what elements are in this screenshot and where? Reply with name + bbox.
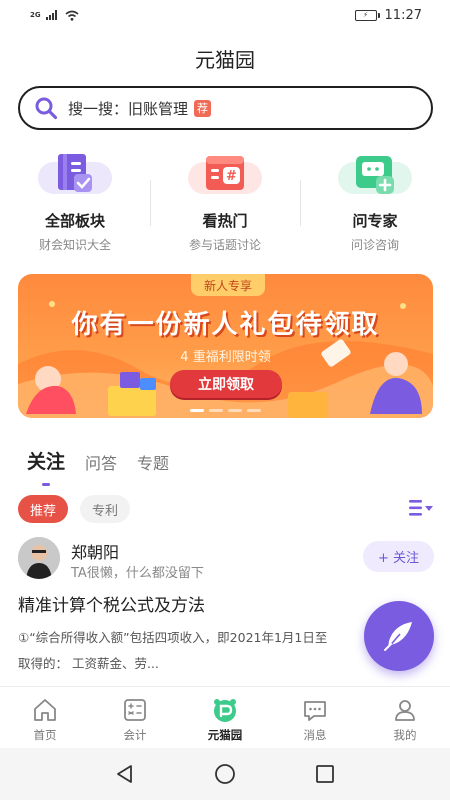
status-left: 2G	[30, 10, 79, 21]
search-icon	[35, 97, 58, 120]
shortcut-title: 问专家	[352, 212, 398, 230]
recommend-badge: 荐	[194, 99, 212, 117]
avatar[interactable]	[18, 537, 60, 579]
back-icon[interactable]	[114, 763, 136, 785]
svg-text:#: #	[226, 169, 237, 184]
network-type: 2G	[30, 11, 41, 19]
nav-messages[interactable]: 消息	[270, 687, 360, 746]
home-icon	[34, 699, 56, 721]
nav-label: 我的	[393, 728, 417, 742]
search-suggestion: 搜一搜：旧账管理	[68, 99, 189, 118]
home-circle-icon[interactable]	[214, 763, 236, 785]
system-nav-bar	[0, 748, 450, 800]
chat-plus-icon	[335, 150, 415, 200]
banner-tag: 新人专享	[191, 274, 265, 296]
clock: 11:27	[384, 7, 422, 23]
post-excerpt-line: ①“综合所得收入额”包括四项收入，即2021年1月1日至	[18, 630, 328, 645]
nav-home[interactable]: 首页	[0, 687, 90, 746]
follow-button[interactable]: + 关注	[363, 541, 434, 572]
post-title[interactable]: 精准计算个税公式及方法	[18, 591, 205, 616]
chip-patent[interactable]: 专利	[80, 495, 131, 523]
tab-topics[interactable]: 专题	[137, 450, 169, 474]
claim-now-button[interactable]: 立即领取	[170, 370, 282, 398]
nav-profile[interactable]: 我的	[360, 687, 450, 746]
chip-recommend[interactable]: 推荐	[18, 495, 69, 523]
bottom-nav: 首页 会计 元猫园 消息 我的	[0, 686, 450, 746]
status-bar: 2G ⚡ 11:27	[0, 0, 450, 30]
yuanmaoyuan-icon	[214, 699, 236, 722]
shortcut-ask-expert[interactable]: 问专家 问诊咨询	[300, 150, 450, 254]
recents-icon[interactable]	[314, 763, 336, 785]
nav-label: 元猫园	[207, 728, 243, 742]
shortcut-subtitle: 问诊咨询	[350, 238, 399, 252]
page-title: 元猫园	[195, 48, 255, 72]
book-check-icon	[35, 150, 115, 200]
nav-accounting[interactable]: 会计	[90, 687, 180, 746]
shortcut-subtitle: 参与话题讨论	[188, 238, 261, 252]
shortcut-title: 看热门	[202, 212, 248, 230]
author-name[interactable]: 郑朝阳	[71, 539, 119, 563]
carousel-indicator	[18, 409, 433, 412]
signal-icon	[45, 10, 57, 20]
battery-icon: ⚡	[354, 9, 380, 21]
shortcut-categories: 全部板块 财会知识大全 # 看热门 参与话题讨论 问专家 问诊咨询	[0, 150, 450, 254]
feather-pen-icon	[384, 622, 412, 651]
banner-title: 你有一份新人礼包待领取	[71, 310, 380, 340]
shortcut-all-sections[interactable]: 全部板块 财会知识大全	[0, 150, 150, 254]
search-bar[interactable]: 搜一搜：旧账管理 荐	[18, 86, 433, 130]
banner-subtitle: 4 重福利限时领	[180, 350, 271, 365]
message-icon	[304, 701, 326, 721]
nav-label: 首页	[33, 728, 57, 742]
filter-chips: 推荐 专利	[18, 495, 131, 523]
tab-follow[interactable]: 关注	[27, 447, 65, 486]
sort-menu-icon[interactable]	[408, 498, 434, 518]
nav-yuanmaoyuan[interactable]: 元猫园	[180, 687, 270, 746]
author-bio: TA很懒，什么都没留下	[71, 566, 204, 581]
shortcut-title: 全部板块	[44, 212, 105, 230]
shortcut-subtitle: 财会知识大全	[38, 238, 111, 252]
hot-topic-icon: #	[185, 150, 265, 200]
nav-label: 会计	[123, 728, 147, 742]
promo-banner[interactable]: 新人专享 你有一份新人礼包待领取 4 重福利限时领 立即领取	[18, 274, 433, 418]
nav-label: 消息	[303, 728, 327, 742]
calculator-icon	[124, 699, 146, 721]
write-post-button[interactable]	[364, 601, 434, 671]
wifi-icon	[65, 10, 79, 21]
status-right: ⚡ 11:27	[354, 7, 422, 23]
user-icon	[395, 700, 415, 721]
post-excerpt[interactable]: ①“综合所得收入额”包括四项收入，即2021年1月1日至 取得的： 工资薪金、劳…	[18, 625, 378, 677]
tab-qa[interactable]: 问答	[85, 450, 117, 474]
feed-tabs: 关注 问答 专题	[27, 447, 169, 486]
shortcut-hot-topics[interactable]: # 看热门 参与话题讨论	[150, 150, 300, 254]
post-excerpt-line: 取得的： 工资薪金、劳...	[18, 656, 159, 671]
